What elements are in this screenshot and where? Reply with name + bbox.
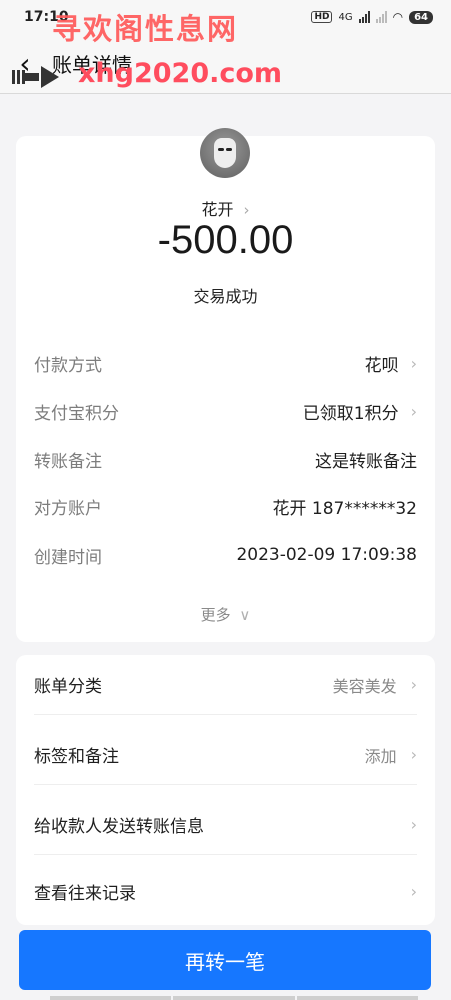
link-row-history[interactable]: 查看往来记录 ›	[34, 861, 417, 921]
chevron-right-icon: ›	[410, 353, 417, 373]
signal-2-icon	[375, 11, 387, 23]
bill-summary-card: 花开 › -500.00 交易成功 付款方式 花呗 › 支付宝积分 已领取1积分 › …	[16, 128, 435, 642]
bill-actions-card: 账单分类 美容美发 › 标签和备注 添加 › 给收款人发送转账信息 › 查看往来…	[16, 655, 435, 925]
chevron-right-icon: ›	[410, 815, 417, 834]
payee-name: 花开	[201, 200, 234, 219]
chevron-right-icon: ›	[410, 401, 417, 421]
chevron-right-icon: ›	[410, 675, 417, 694]
link-row-send-info[interactable]: 给收款人发送转账信息 ›	[34, 795, 417, 855]
wifi-icon: ◠	[392, 10, 404, 24]
detail-key: 支付宝积分	[34, 403, 119, 424]
detail-row-created-time: 创建时间 2023-02-09 17:09:38	[34, 540, 417, 570]
payee-link[interactable]: 花开 ›	[16, 196, 435, 220]
status-icons: HD 4G ◠ 64	[311, 10, 433, 24]
chevron-down-icon: ∨	[239, 606, 251, 624]
watermark-url: xhg2020.com	[78, 58, 283, 89]
link-label: 账单分类	[34, 677, 102, 697]
detail-row-account: 对方账户 花开 187******32	[34, 491, 417, 521]
link-value: 美容美发	[332, 676, 397, 696]
bill-amount: -500.00	[157, 218, 294, 262]
detail-key: 付款方式	[34, 355, 102, 376]
transfer-again-button[interactable]: 再转一笔	[19, 930, 431, 990]
detail-row-remark: 转账备注 这是转账备注	[34, 444, 417, 474]
more-button[interactable]: 更多 ∨	[16, 604, 435, 625]
link-label: 标签和备注	[34, 747, 119, 767]
battery-icon: 64	[409, 10, 433, 24]
link-row-tags[interactable]: 标签和备注 添加 ›	[34, 725, 417, 785]
link-label: 给收款人发送转账信息	[34, 817, 204, 837]
link-row-category[interactable]: 账单分类 美容美发 ›	[34, 655, 417, 715]
payee-avatar[interactable]	[200, 128, 250, 178]
watermark-text: 寻欢阁性息网	[52, 12, 239, 46]
watermark-arrow-icon	[12, 66, 59, 88]
chevron-right-icon: ›	[410, 745, 417, 764]
signal-icon	[358, 11, 370, 23]
chevron-right-icon: ›	[410, 881, 417, 901]
link-value: 添加	[364, 746, 397, 766]
detail-key: 转账备注	[34, 451, 102, 472]
detail-value: 这是转账备注	[315, 451, 417, 472]
detail-value: 花开 187******32	[272, 498, 417, 519]
link-label: 查看往来记录	[34, 883, 136, 904]
detail-value: 花呗	[364, 355, 399, 376]
chevron-right-icon: ›	[243, 201, 250, 219]
detail-key: 对方账户	[34, 498, 102, 519]
network-label: 4G	[338, 11, 353, 23]
hd-icon: HD	[311, 11, 333, 23]
more-label: 更多	[200, 606, 231, 624]
mask-icon	[214, 138, 236, 168]
transaction-status: 交易成功	[193, 287, 258, 306]
detail-value: 已领取1积分	[302, 403, 399, 424]
detail-key: 创建时间	[34, 547, 102, 568]
detail-row-points[interactable]: 支付宝积分 已领取1积分 ›	[34, 396, 417, 426]
home-indicator[interactable]	[50, 996, 418, 1000]
detail-row-payment-method[interactable]: 付款方式 花呗 ›	[34, 348, 417, 378]
detail-value: 2023-02-09 17:09:38	[236, 545, 417, 565]
